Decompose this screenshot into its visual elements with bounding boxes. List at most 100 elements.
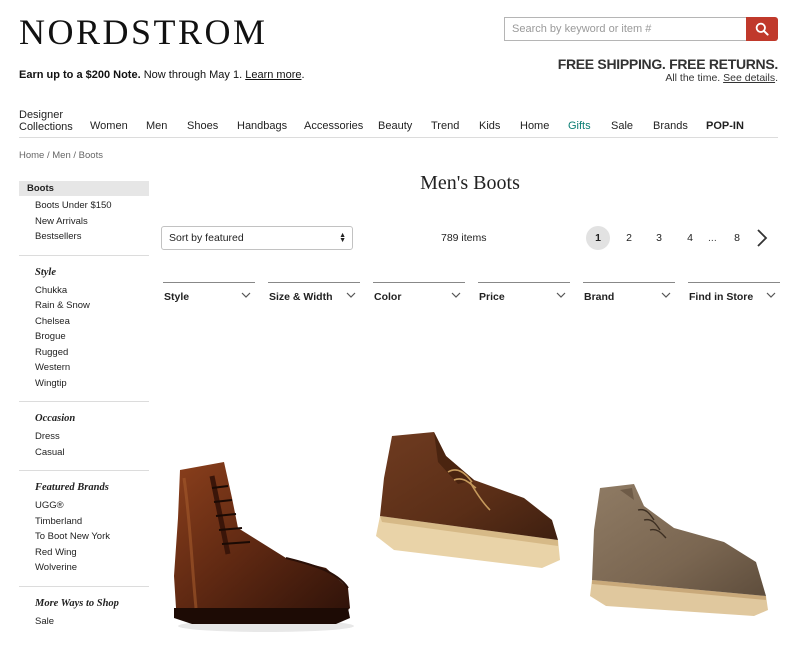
search-bar <box>504 17 778 41</box>
product-card[interactable] <box>374 428 564 591</box>
product-image[interactable] <box>166 458 356 643</box>
breadcrumb: Home / Men / Boots <box>19 150 103 161</box>
sort-dropdown[interactable]: Sort by featured ▲ ▼ <box>161 226 353 250</box>
nav-item-trend[interactable]: Trend <box>431 120 459 132</box>
shipping-headline: FREE SHIPPING. FREE RETURNS. <box>557 56 779 72</box>
nav-item-pop-in[interactable]: POP-IN <box>706 120 744 132</box>
product-card[interactable] <box>166 458 356 646</box>
sidebar-item-ugg[interactable]: UGG® <box>19 498 149 514</box>
sidebar-divider <box>19 470 149 471</box>
product-image[interactable] <box>374 428 564 588</box>
sidebar-item-dress[interactable]: Dress <box>19 429 149 445</box>
chevron-down-icon <box>556 292 566 298</box>
shipping-period: . <box>775 72 778 84</box>
filter-color-label: Color <box>374 291 402 303</box>
sidebar-item-rain-snow[interactable]: Rain & Snow <box>19 298 149 314</box>
select-arrows-icon: ▲ ▼ <box>339 232 346 244</box>
nav-item-brands[interactable]: Brands <box>653 120 688 132</box>
nav-item-sale[interactable]: Sale <box>611 120 633 132</box>
shipping-banner: FREE SHIPPING. FREE RETURNS. All the tim… <box>557 56 779 84</box>
filter-color[interactable]: Color <box>373 282 465 306</box>
sidebar-item-new-arrivals[interactable]: New Arrivals <box>19 214 149 230</box>
search-input[interactable] <box>504 17 746 41</box>
sidebar-heading-style: Style <box>35 266 56 278</box>
sidebar-item-chelsea[interactable]: Chelsea <box>19 314 149 330</box>
nav-item-accessories[interactable]: Accessories <box>304 120 363 132</box>
page-4-button[interactable]: 4 <box>678 226 702 250</box>
breadcrumb-separator: / <box>46 150 50 161</box>
chevron-down-icon <box>346 292 356 298</box>
product-card[interactable] <box>584 480 774 623</box>
sidebar-heading-occasion: Occasion <box>35 413 76 424</box>
chevron-down-icon <box>451 292 461 298</box>
page-2-button[interactable]: 2 <box>617 226 641 250</box>
nav-item-kids[interactable]: Kids <box>479 120 500 132</box>
sidebar-item-wingtip[interactable]: Wingtip <box>19 376 149 392</box>
sidebar-item-timberland[interactable]: Timberland <box>19 514 149 530</box>
sidebar-item-chukka[interactable]: Chukka <box>19 283 149 299</box>
sidebar-divider <box>19 401 149 402</box>
shipping-subtext: All the time. See details. <box>558 72 778 84</box>
promo-learn-more-link[interactable]: Learn more <box>245 69 301 81</box>
promo-bold-text: Earn up to a $200 Note. <box>19 69 141 81</box>
main-nav: Designer Collections Women Men Shoes Han… <box>19 108 778 138</box>
chevron-right-icon <box>757 229 768 247</box>
nav-item-handbags[interactable]: Handbags <box>237 120 287 132</box>
search-button[interactable] <box>746 17 778 41</box>
sidebar: Boots Boots Under $150 New Arrivals Best… <box>19 181 149 629</box>
filter-style-label: Style <box>164 291 190 303</box>
filter-find-in-store-label: Find in Store <box>689 291 754 303</box>
promo-period: . <box>301 69 305 81</box>
nordstrom-logo[interactable]: NORDSTROM <box>19 14 268 50</box>
breadcrumb-home[interactable]: Home <box>19 150 44 161</box>
filter-brand[interactable]: Brand <box>583 282 675 306</box>
promo-banner: Earn up to a $200 Note. Now through May … <box>19 69 305 81</box>
filter-price[interactable]: Price <box>478 282 570 306</box>
search-icon <box>755 22 769 36</box>
page-8-button[interactable]: 8 <box>725 226 749 250</box>
sidebar-item-casual[interactable]: Casual <box>19 445 149 461</box>
nav-item-designer-collections[interactable]: Designer Collections <box>19 109 79 133</box>
nav-item-gifts[interactable]: Gifts <box>568 120 591 132</box>
sidebar-item-bestsellers[interactable]: Bestsellers <box>19 229 149 245</box>
shipping-see-details-link[interactable]: See details <box>723 72 775 84</box>
shipping-subtext-label: All the time. <box>665 72 724 84</box>
sidebar-item-boots-under-150[interactable]: Boots Under $150 <box>19 198 149 214</box>
nav-item-women[interactable]: Women <box>90 120 128 132</box>
breadcrumb-men[interactable]: Men <box>52 150 70 161</box>
page-1-button[interactable]: 1 <box>586 226 610 250</box>
chevron-down-icon <box>241 292 251 298</box>
sidebar-item-boots[interactable]: Boots <box>19 181 149 196</box>
sidebar-divider <box>19 254 149 256</box>
page-3-button[interactable]: 3 <box>647 226 671 250</box>
nav-item-men[interactable]: Men <box>146 120 167 132</box>
promo-text: Now through May 1. <box>140 69 246 81</box>
sidebar-item-wolverine[interactable]: Wolverine <box>19 560 149 576</box>
nav-item-shoes[interactable]: Shoes <box>187 120 218 132</box>
breadcrumb-boots: Boots <box>78 150 103 161</box>
chevron-down-icon <box>661 292 671 298</box>
chevron-down-icon <box>766 292 776 298</box>
item-count: 789 items <box>441 232 487 244</box>
filter-size-width[interactable]: Size & Width <box>268 282 360 306</box>
sidebar-item-to-boot-new-york[interactable]: To Boot New York <box>19 529 149 545</box>
sidebar-item-brogue[interactable]: Brogue <box>19 329 149 345</box>
sidebar-item-sale[interactable]: Sale <box>19 614 149 630</box>
breadcrumb-separator: / <box>73 150 77 161</box>
filter-size-width-label: Size & Width <box>269 291 333 303</box>
next-page-button[interactable] <box>755 228 769 251</box>
page-title: Men's Boots <box>420 172 520 194</box>
sort-dropdown-value: Sort by featured <box>169 232 244 244</box>
sidebar-heading-more-ways-to-shop: More Ways to Shop <box>35 597 119 609</box>
sidebar-item-western[interactable]: Western <box>19 360 149 376</box>
filter-style[interactable]: Style <box>163 282 255 306</box>
sidebar-item-rugged[interactable]: Rugged <box>19 345 149 361</box>
filter-price-label: Price <box>479 291 505 303</box>
nav-item-beauty[interactable]: Beauty <box>378 120 412 132</box>
filter-brand-label: Brand <box>584 291 615 303</box>
nav-item-home[interactable]: Home <box>520 120 549 132</box>
sidebar-item-red-wing[interactable]: Red Wing <box>19 545 149 561</box>
filter-find-in-store[interactable]: Find in Store <box>688 282 780 306</box>
sidebar-divider <box>19 585 149 587</box>
product-image[interactable] <box>584 480 774 620</box>
